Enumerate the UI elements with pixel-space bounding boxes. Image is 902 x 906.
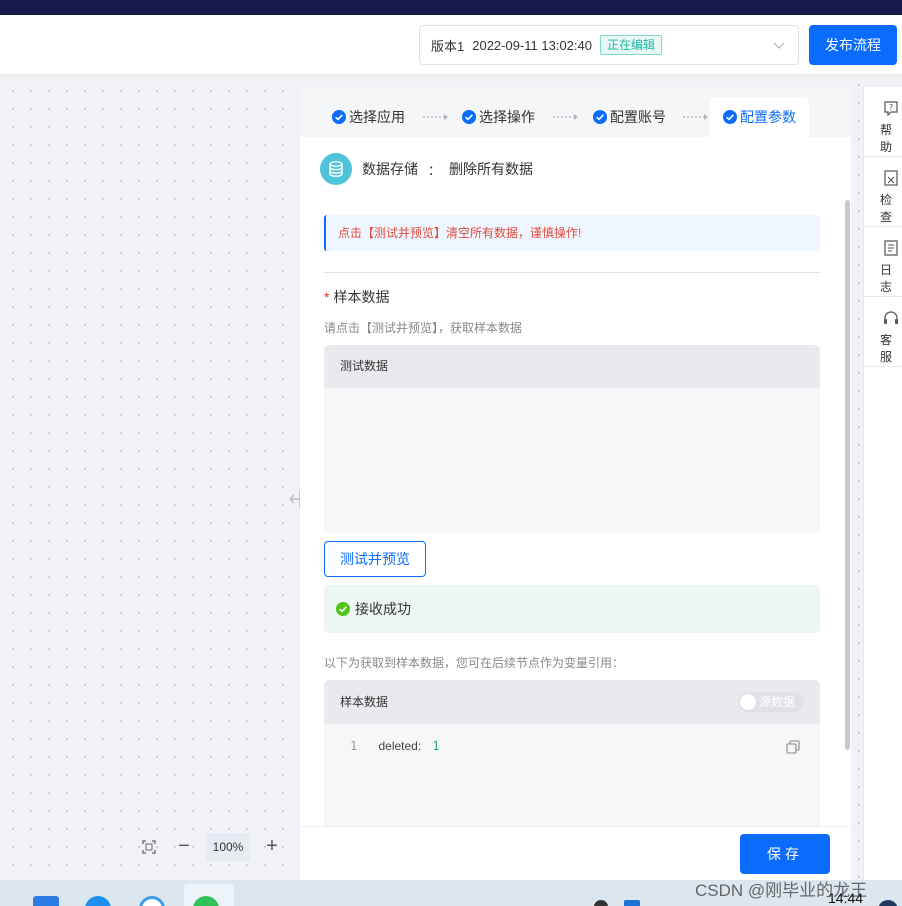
app-operation: 删除所有数据	[449, 161, 534, 177]
dotted-arrow-icon	[553, 114, 578, 120]
database-icon	[320, 153, 352, 185]
window-top-strip	[0, 0, 902, 15]
publish-button[interactable]: 发布流程	[809, 25, 897, 65]
version-name: 版本1	[431, 38, 465, 54]
sample-data-hint: 请点击【测试并预览】，获取样本数据	[324, 321, 523, 335]
taskbar-tray-icon[interactable]	[594, 900, 608, 906]
log-icon	[884, 240, 898, 256]
source-data-toggle[interactable]: 源数据	[738, 692, 804, 712]
toggle-knob	[740, 694, 756, 710]
sidebar-label: 帮助	[880, 123, 893, 154]
check-doc-icon	[884, 170, 898, 186]
zoom-in-button[interactable]: +	[260, 835, 284, 859]
toggle-label: 源数据	[759, 695, 796, 709]
chevron-down-icon	[773, 42, 785, 49]
step-label: 选择操作	[479, 109, 535, 125]
taskbar-app-icon[interactable]	[33, 896, 59, 906]
fit-screen-icon[interactable]	[140, 838, 158, 856]
sidebar-label: 检查	[880, 193, 893, 224]
step-config-account[interactable]: 配置账号	[593, 97, 666, 137]
step-label: 配置参数	[740, 109, 796, 125]
step-select-operation[interactable]: 选择操作	[462, 97, 535, 137]
zoom-level: 100%	[206, 833, 250, 861]
step-config-params[interactable]: 配置参数	[710, 97, 809, 137]
check-circle-icon	[723, 110, 737, 124]
headset-icon	[884, 311, 898, 324]
dotted-arrow-icon	[683, 114, 708, 120]
flow-canvas[interactable]	[0, 76, 300, 880]
test-preview-button[interactable]: 测试并预览	[324, 541, 426, 577]
required-mark: *	[324, 289, 330, 305]
step-select-app[interactable]: 选择应用	[332, 97, 405, 137]
taskbar-browser-icon[interactable]	[139, 896, 165, 906]
step-label: 配置账号	[610, 109, 666, 125]
taskbar-app-icon[interactable]	[85, 896, 111, 906]
dotted-arrow-icon	[423, 114, 448, 120]
test-data-box: 测试数据	[324, 345, 820, 533]
success-alert: 接收成功	[324, 585, 820, 633]
zoom-out-button[interactable]: −	[172, 835, 196, 859]
save-button[interactable]: 保存	[740, 834, 830, 874]
help-icon: ?	[884, 101, 898, 117]
taskbar-tray-icon[interactable]	[624, 900, 640, 906]
sample-data-label-text: 样本数据	[333, 289, 390, 305]
code-value: 1	[432, 739, 440, 753]
sidebar-label: 日志	[880, 263, 893, 294]
panel-footer: 保存	[300, 826, 851, 880]
warning-alert: 点击【测试并预览】清空所有数据，谨慎操作!	[324, 215, 820, 251]
sidebar-label: 客服	[880, 333, 893, 364]
sample-data-label: * 样本数据	[324, 287, 389, 307]
header-bar: 版本1 2022-09-11 13:02:40 正在编辑 发布流程	[0, 15, 902, 75]
success-check-icon	[336, 602, 350, 616]
sample-data-title: 样本数据 源数据	[324, 680, 820, 724]
version-select[interactable]: 版本1 2022-09-11 13:02:40 正在编辑	[419, 25, 799, 65]
success-text: 接收成功	[355, 601, 411, 617]
app-info: 数据存储 ： 删除所有数据	[320, 153, 533, 185]
step-tabs: 选择应用 选择操作 配置账号 配置参数	[300, 87, 851, 137]
flow-canvas-edge	[850, 76, 864, 880]
code-line: 1 deleted: 1	[350, 739, 440, 753]
sidebar-item-check[interactable]: 检查	[864, 157, 902, 227]
app-name: 数据存储	[362, 161, 418, 177]
config-panel: 选择应用 选择操作 配置账号 配置参数 数据存储 ： 删除所有数据 点击【测试并…	[300, 87, 851, 880]
sample-data-box: 样本数据 源数据 1 deleted: 1	[324, 680, 820, 830]
sample-data-title-text: 样本数据	[340, 695, 389, 709]
check-circle-icon	[462, 110, 476, 124]
sidebar-item-service[interactable]: 客服	[864, 297, 902, 367]
app-separator: ：	[428, 162, 442, 178]
divider	[324, 272, 820, 273]
check-circle-icon	[332, 110, 346, 124]
zoom-controls: − 100% +	[140, 832, 284, 862]
check-circle-icon	[593, 110, 607, 124]
sidebar-item-log[interactable]: 日志	[864, 227, 902, 297]
result-hint: 以下为获取到样本数据，您可在后续节点作为变量引用：	[324, 656, 625, 670]
svg-text:?: ?	[889, 103, 893, 112]
test-data-title: 测试数据	[324, 345, 820, 388]
sidebar-item-help[interactable]: ? 帮助	[864, 87, 902, 157]
taskbar-notification-icon[interactable]	[878, 900, 898, 906]
right-sidebar: ? 帮助 检查 日志 客服	[863, 87, 902, 880]
version-date: 2022-09-11 13:02:40	[472, 37, 592, 53]
panel-scrollbar[interactable]	[845, 200, 850, 750]
taskbar-clock: 14:44	[828, 890, 864, 906]
copy-icon[interactable]	[786, 740, 800, 754]
line-number: 1	[350, 739, 358, 753]
status-badge: 正在编辑	[599, 35, 662, 55]
code-key: deleted:	[378, 739, 422, 753]
step-label: 选择应用	[349, 109, 405, 125]
